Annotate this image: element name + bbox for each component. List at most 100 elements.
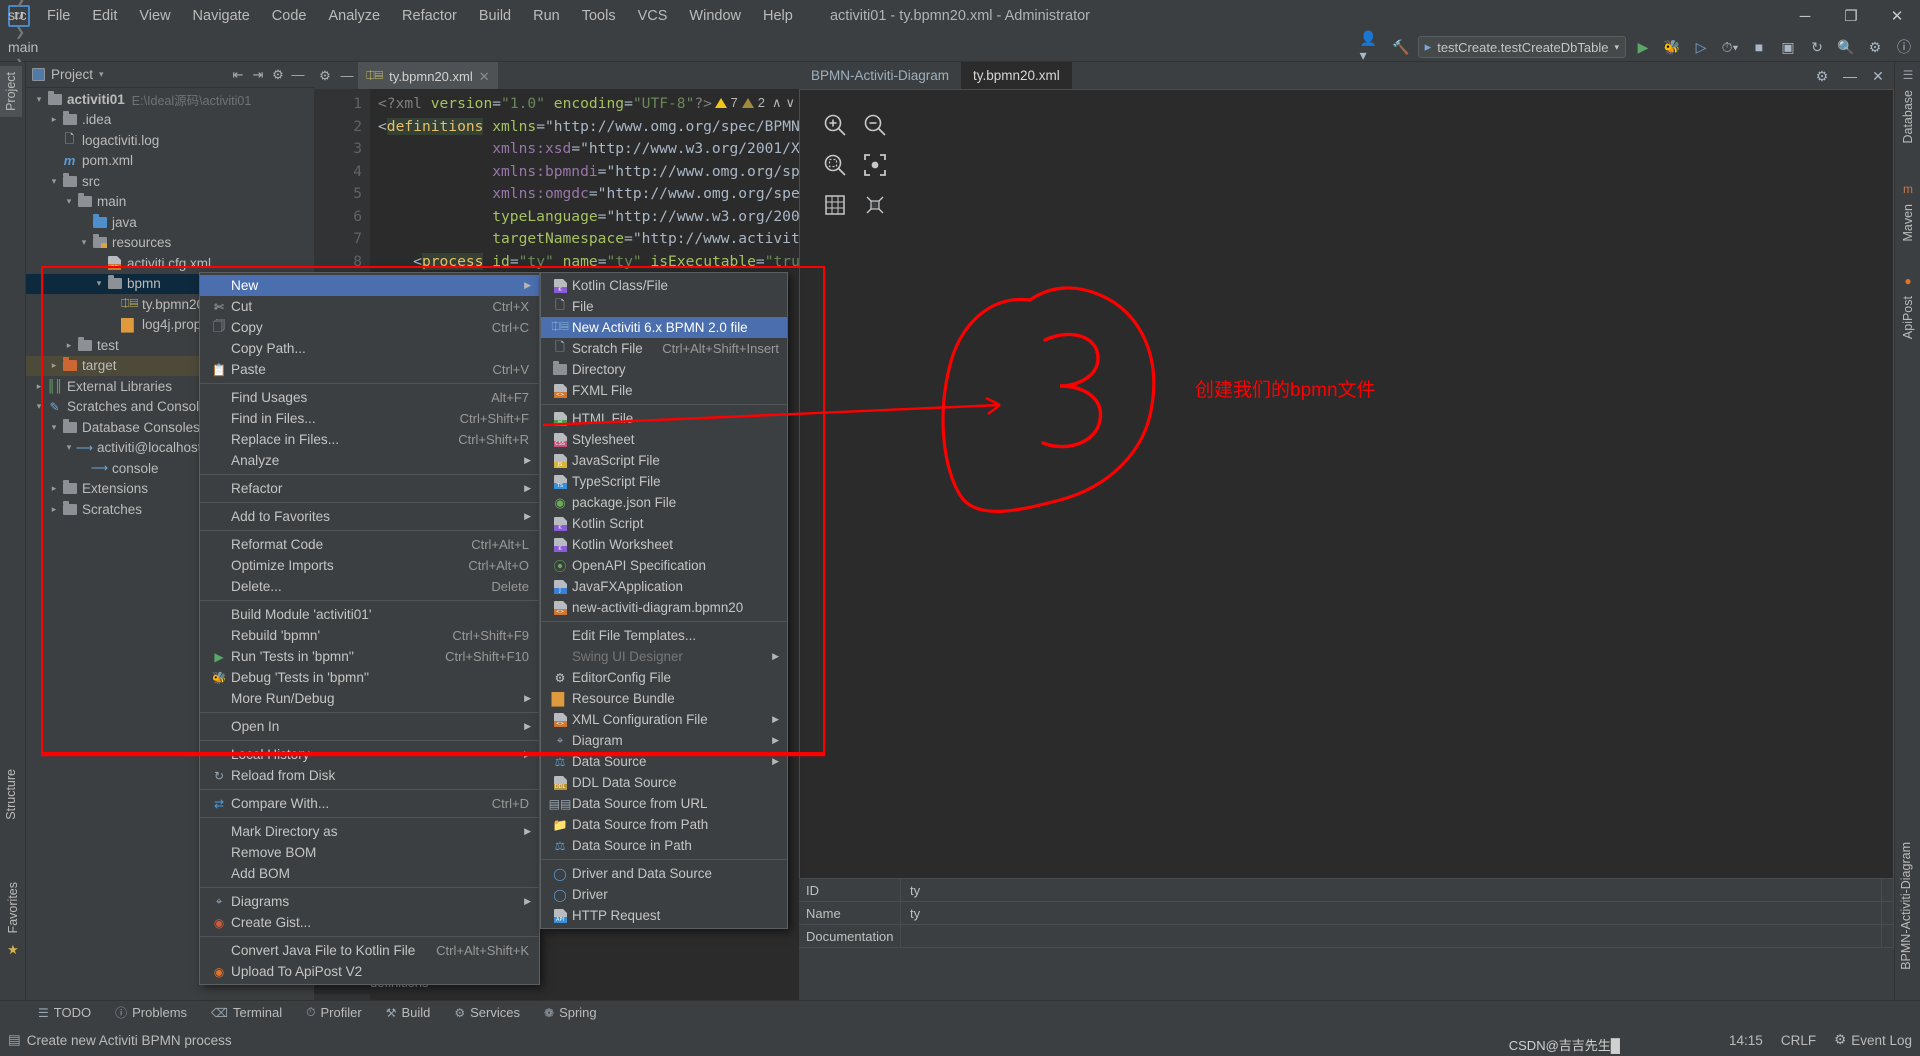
chevron-down-icon[interactable]: ▾ bbox=[32, 400, 46, 414]
submenu-item-javafxapplication[interactable]: J JavaFXApplication bbox=[541, 576, 787, 597]
chevron-down-icon[interactable]: ▾ bbox=[99, 69, 104, 80]
submenu-item-ddl-data-source[interactable]: DDL DDL Data Source bbox=[541, 772, 787, 793]
menu-item-delete[interactable]: Delete... Delete bbox=[200, 576, 539, 597]
chevron-down-icon[interactable]: ▾ bbox=[32, 92, 46, 106]
submenu-item-stylesheet[interactable]: CSS Stylesheet bbox=[541, 429, 787, 450]
sidebar-item-project[interactable]: Project bbox=[0, 66, 22, 117]
menu-item-open-in[interactable]: Open In ▶ bbox=[200, 716, 539, 737]
submenu-item-edit-file-templates[interactable]: Edit File Templates... bbox=[541, 625, 787, 646]
run-icon[interactable]: ▶ bbox=[1631, 35, 1655, 59]
menu-item-add-to-favorites[interactable]: Add to Favorites ▶ bbox=[200, 506, 539, 527]
menu-refactor[interactable]: Refactor bbox=[391, 4, 468, 28]
menu-item-new[interactable]: New ▶ bbox=[200, 275, 539, 296]
tree-node--idea[interactable]: ▸ .idea bbox=[26, 110, 314, 131]
submenu-item-typescript-file[interactable]: TS TypeScript File bbox=[541, 471, 787, 492]
tool-window-build[interactable]: ⚒ Build bbox=[374, 1005, 443, 1020]
bpmn-tab-ty-bpmn20-xml[interactable]: ty.bpmn20.xml bbox=[961, 62, 1072, 89]
run-coverage-icon[interactable]: ▷ bbox=[1689, 35, 1713, 59]
tool-window-bar-bottom[interactable]: ☰ TODO ⓘ Problems ⌫ Terminal ⏱ Profiler ⚒ Build ⚙ S… bbox=[0, 1000, 1920, 1024]
user-icon[interactable]: 👤▾ bbox=[1360, 30, 1384, 63]
code-line[interactable]: <definitions xmlns="http://www.omg.org/s… bbox=[378, 116, 799, 139]
menu-item-debug-tests-in-bpmn[interactable]: 🐝 Debug 'Tests in 'bpmn'' bbox=[200, 667, 539, 688]
submenu-item-data-source[interactable]: ⚖ Data Source ▶ bbox=[541, 751, 787, 772]
editor-settings-icon[interactable]: ⚙ bbox=[314, 65, 336, 87]
menu-item-cut[interactable]: ✄ Cut Ctrl+X bbox=[200, 296, 539, 317]
minimize-icon[interactable]: — bbox=[1838, 64, 1862, 88]
submenu-item-package-json-file[interactable]: ◉ package.json File bbox=[541, 492, 787, 513]
chevron-down-icon[interactable]: ▾ bbox=[47, 420, 61, 434]
submenu-item-directory[interactable]: Directory bbox=[541, 359, 787, 380]
tree-node-resources[interactable]: ▾ resources bbox=[26, 233, 314, 254]
submenu-item-html-file[interactable]: H HTML File bbox=[541, 408, 787, 429]
property-value[interactable]: ty bbox=[901, 901, 1882, 925]
minimize-button[interactable]: ─ bbox=[1782, 0, 1828, 32]
menu-build[interactable]: Build bbox=[468, 4, 522, 28]
settings-icon[interactable]: ⚙ bbox=[1863, 35, 1887, 59]
breadcrumb-item-main[interactable]: main bbox=[8, 39, 69, 55]
bpmn-tab-bpmn-activiti-diagram[interactable]: BPMN-Activiti-Diagram bbox=[799, 62, 961, 89]
chevron-right-icon[interactable]: ▸ bbox=[32, 379, 46, 393]
submenu-item-xml-configuration-file[interactable]: <> XML Configuration File ▶ bbox=[541, 709, 787, 730]
update-icon[interactable]: ↻ bbox=[1805, 35, 1829, 59]
code-line[interactable]: typeLanguage="http://www.w3.org/2001/XML bbox=[378, 206, 799, 229]
tree-node-activiti01[interactable]: ▾ activiti01 E:\Ideal源码\activiti01 bbox=[26, 89, 314, 110]
chevron-down-icon[interactable]: ▾ bbox=[77, 236, 91, 250]
sidebar-item-database[interactable]: Database bbox=[1897, 84, 1919, 150]
zoom-actual-icon[interactable] bbox=[862, 152, 888, 178]
submenu-item-data-source-from-url[interactable]: ▤▤ Data Source from URL bbox=[541, 793, 787, 814]
tool-window-problems[interactable]: ⓘ Problems bbox=[103, 1004, 199, 1021]
maximize-button[interactable]: ❐ bbox=[1828, 0, 1874, 32]
tree-node-activiti-cfg-xml[interactable]: <> activiti.cfg.xml bbox=[26, 253, 314, 274]
tree-node-src[interactable]: ▾ src bbox=[26, 171, 314, 192]
bpmn-panel-buttons[interactable]: ⚙ — ✕ bbox=[1810, 64, 1890, 88]
chevron-right-icon[interactable]: ▸ bbox=[47, 482, 61, 496]
context-menu[interactable]: New ▶ ✄ Cut Ctrl+X 🗍 Copy Ctrl+C Copy Path... 📋 Pa… bbox=[199, 272, 540, 985]
menu-window[interactable]: Window bbox=[678, 4, 752, 28]
tree-node-main[interactable]: ▾ main bbox=[26, 192, 314, 213]
hide-panel-icon[interactable]: — bbox=[288, 65, 308, 85]
menu-item-find-usages[interactable]: Find Usages Alt+F7 bbox=[200, 387, 539, 408]
menu-item-reformat-code[interactable]: Reformat Code Ctrl+Alt+L bbox=[200, 534, 539, 555]
menu-item-copy[interactable]: 🗍 Copy Ctrl+C bbox=[200, 317, 539, 338]
left-tool-strip[interactable]: Project Structure Favorites ★ bbox=[0, 62, 26, 1016]
bpmn-tab-bar[interactable]: BPMN-Activiti-Diagram ty.bpmn20.xml bbox=[799, 62, 1894, 89]
code-text[interactable]: <?xml version="1.0" encoding="UTF-8"?> <d… bbox=[370, 89, 799, 296]
sidebar-item-maven[interactable]: Maven bbox=[1897, 198, 1919, 248]
menu-item-run-tests-in-bpmn[interactable]: ▶ Run 'Tests in 'bpmn'' Ctrl+Shift+F10 bbox=[200, 646, 539, 667]
status-bar-right[interactable]: 14:15 CRLF ⚙ Event Log bbox=[1729, 1032, 1912, 1048]
menu-item-copy-path[interactable]: Copy Path... bbox=[200, 338, 539, 359]
submenu-item-http-request[interactable]: API HTTP Request bbox=[541, 905, 787, 926]
stop-icon[interactable]: ■ bbox=[1747, 35, 1771, 59]
submenu-item-openapi-specification[interactable]: ⦿ OpenAPI Specification bbox=[541, 555, 787, 576]
menu-run[interactable]: Run bbox=[522, 4, 571, 28]
bpmn-properties-table[interactable]: ID ty Name ty Documentation bbox=[799, 878, 1894, 1016]
menu-item-add-bom[interactable]: Add BOM bbox=[200, 863, 539, 884]
grid-icon[interactable] bbox=[822, 192, 848, 218]
sidebar-item-structure[interactable]: Structure bbox=[0, 763, 22, 826]
menu-item-optimize-imports[interactable]: Optimize Imports Ctrl+Alt+O bbox=[200, 555, 539, 576]
menu-vcs[interactable]: VCS bbox=[627, 4, 679, 28]
menu-navigate[interactable]: Navigate bbox=[182, 4, 261, 28]
submenu-item-kotlin-class-file[interactable]: K Kotlin Class/File bbox=[541, 275, 787, 296]
notifications-icon[interactable]: ⓘ bbox=[1892, 35, 1916, 59]
breadcrumb-item-src[interactable]: src bbox=[8, 7, 69, 23]
menu-item-reload-from-disk[interactable]: ↻ Reload from Disk bbox=[200, 765, 539, 786]
submenu-item-diagram[interactable]: ⌖ Diagram ▶ bbox=[541, 730, 787, 751]
menu-item-find-in-files[interactable]: Find in Files... Ctrl+Shift+F bbox=[200, 408, 539, 429]
submenu-item-editorconfig-file[interactable]: ⚙ EditorConfig File bbox=[541, 667, 787, 688]
submenu-item-javascript-file[interactable]: JS JavaScript File bbox=[541, 450, 787, 471]
zoom-in-icon[interactable] bbox=[822, 112, 848, 138]
submenu-item-fxml-file[interactable]: <> FXML File bbox=[541, 380, 787, 401]
chevron-right-icon[interactable]: ▸ bbox=[47, 359, 61, 373]
menu-item-create-gist[interactable]: ◉ Create Gist... bbox=[200, 912, 539, 933]
menu-item-build-module-activiti01[interactable]: Build Module 'activiti01' bbox=[200, 604, 539, 625]
snap-icon[interactable] bbox=[862, 192, 888, 218]
search-everywhere-icon[interactable]: 🔍 bbox=[1834, 35, 1858, 59]
chevron-down-icon[interactable]: ▾ bbox=[62, 195, 76, 209]
prev-problem-icon[interactable]: ∧ bbox=[772, 92, 782, 115]
chevron-right-icon[interactable]: ▸ bbox=[62, 338, 76, 352]
inspection-widget[interactable]: 7 2 ∧ ∨ bbox=[714, 92, 795, 115]
menu-item-paste[interactable]: 📋 Paste Ctrl+V bbox=[200, 359, 539, 380]
hammer-icon[interactable]: 🔨 bbox=[1389, 35, 1413, 59]
menu-tools[interactable]: Tools bbox=[571, 4, 627, 28]
